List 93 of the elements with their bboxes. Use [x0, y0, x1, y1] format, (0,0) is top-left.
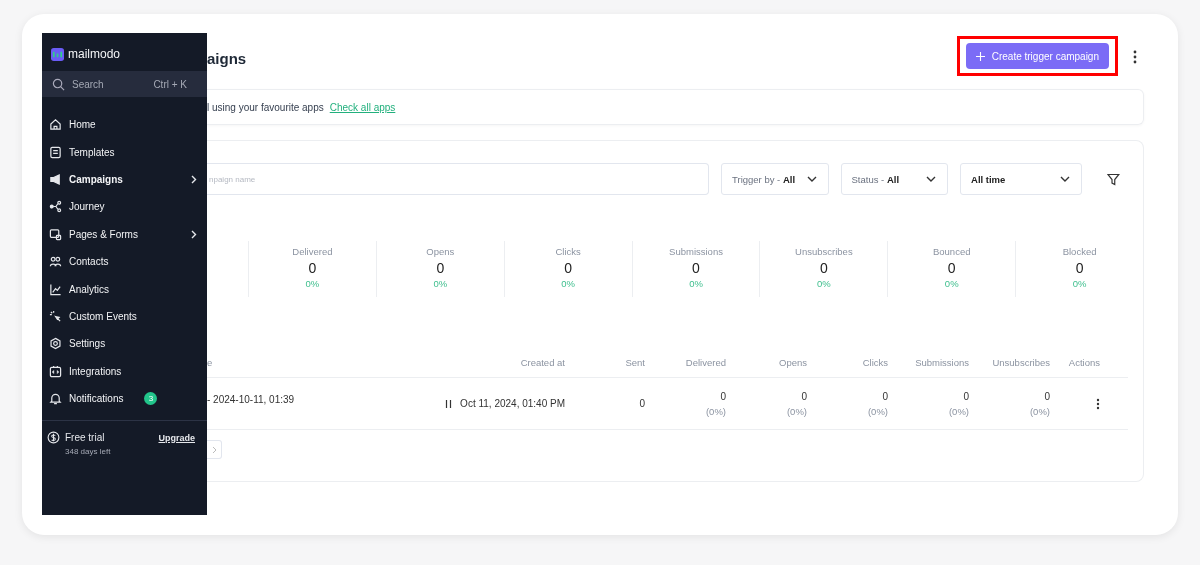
table-cell-text: 0: [638, 398, 645, 409]
stat-rate: 0%: [561, 278, 575, 289]
upgrade-link[interactable]: Upgrade: [158, 432, 195, 443]
banner-text: l using your favourite apps: [207, 101, 324, 113]
filter-dropdown[interactable]: Status - All: [840, 163, 948, 195]
stat-rate: 0%: [944, 278, 959, 289]
campaign-name[interactable]: - 2024-10-11, 01:39: [207, 378, 347, 405]
stat-rate: 0%: [817, 278, 831, 289]
sidebar-item[interactable]: Notifications 3: [42, 384, 207, 413]
cursor-click-icon: [49, 309, 62, 323]
more-options-icon[interactable]: [1133, 50, 1137, 64]
nodes-icon: [49, 200, 62, 214]
pause-icon: [445, 399, 453, 408]
sidebar-item[interactable]: Contacts: [42, 247, 207, 276]
column-header: Opens: [778, 356, 807, 368]
notification-count: 3: [144, 392, 158, 406]
sidebar-item[interactable]: Custom Events: [42, 302, 207, 331]
stat-label: Bounced: [932, 246, 971, 257]
metric-value: 0: [801, 390, 807, 402]
stat-value: 0: [947, 260, 956, 276]
shortcut-hint: Ctrl + K: [153, 78, 187, 90]
sidebar-item[interactable]: Templates: [42, 138, 207, 166]
metric-rate: (0%): [705, 405, 726, 417]
filter-icon[interactable]: [1107, 172, 1120, 186]
page-title: aigns: [207, 49, 247, 67]
metric-value: 0: [882, 390, 888, 402]
column-header: Unsubscribes: [991, 356, 1050, 368]
filter-dropdown[interactable]: All time: [960, 163, 1083, 195]
document-icon: [49, 145, 62, 159]
chevron-down-icon: [926, 176, 936, 182]
logo-icon: [51, 47, 64, 61]
metric-value: 0: [720, 390, 726, 402]
column-header: Actions: [1067, 356, 1100, 368]
stat-rate: 0%: [433, 278, 448, 289]
home-icon: [49, 118, 62, 132]
stat-label: Delivered: [292, 246, 333, 257]
stat-rate: 0%: [689, 278, 703, 289]
metric-value: 0: [1044, 390, 1050, 402]
chevron-right-icon: [211, 445, 217, 454]
sidebar-item[interactable]: Analytics: [42, 275, 207, 303]
campaign-search-field[interactable]: npaign name: [207, 163, 710, 195]
sidebar-item[interactable]: Settings: [42, 330, 207, 358]
metric-rate: (0%): [948, 405, 969, 417]
search-field[interactable]: Search: [72, 78, 147, 90]
plug-icon: [49, 364, 62, 378]
metric-value: 0: [963, 390, 969, 402]
column-header: Sent: [624, 356, 645, 368]
settings-icon: [49, 337, 62, 351]
search-icon: [52, 77, 65, 91]
metric-rate: (0%): [786, 405, 807, 417]
filter-dropdown[interactable]: Trigger by - All: [721, 163, 829, 195]
stat-value: 0: [819, 260, 828, 276]
line-chart-icon: [49, 282, 62, 296]
chevron-right-icon: [191, 229, 197, 239]
stat-rate: 0%: [1072, 278, 1087, 289]
stat-label: Clicks: [555, 246, 581, 257]
stat-value: 0: [436, 260, 445, 276]
table-cell: Oct 11, 2024, 01:40 PM: [460, 398, 565, 409]
column-header: Clicks: [861, 356, 888, 368]
stat-label: Blocked: [1062, 246, 1097, 257]
more-options-icon[interactable]: [1096, 397, 1100, 410]
chevron-down-icon: [806, 176, 817, 182]
sidebar-item[interactable]: Integrations: [42, 357, 207, 385]
column-header: Created at: [519, 356, 565, 368]
metric-rate: (0%): [1029, 405, 1050, 417]
days-left-text: 348 days left: [64, 447, 112, 457]
chevron-right-icon: [191, 174, 197, 184]
sidebar-item[interactable]: Journey: [42, 193, 207, 221]
column-header: e: [207, 356, 214, 368]
column-header: Submissions: [914, 356, 969, 368]
dollar-icon: [47, 431, 60, 445]
stat-value: 0: [308, 260, 317, 276]
stat-label: Unsubscribes: [795, 246, 853, 257]
people-icon: [49, 255, 62, 269]
monitor-icon: [49, 227, 62, 241]
stat-label: Submissions: [669, 246, 723, 257]
sidebar-item[interactable]: Home: [42, 111, 207, 139]
stat-value: 0: [692, 260, 700, 276]
megaphone-icon: [49, 172, 62, 186]
metric-rate: (0%): [867, 405, 888, 417]
chevron-down-icon: [1060, 176, 1071, 182]
bell-icon: [49, 392, 62, 406]
plan-label: Free trial: [65, 432, 105, 444]
plus-icon: [975, 51, 985, 61]
brand-name: mailmodo: [68, 47, 121, 61]
column-header: Delivered: [684, 356, 726, 368]
sidebar-item[interactable]: Campaigns: [42, 165, 207, 194]
sidebar-item[interactable]: Pages & Forms: [42, 220, 207, 248]
stat-label: Opens: [426, 246, 455, 257]
stat-rate: 0%: [305, 278, 320, 289]
stat-value: 0: [1075, 260, 1084, 276]
create-trigger-campaign-button[interactable]: Create trigger campaign: [965, 43, 1109, 69]
stat-value: 0: [564, 260, 573, 276]
